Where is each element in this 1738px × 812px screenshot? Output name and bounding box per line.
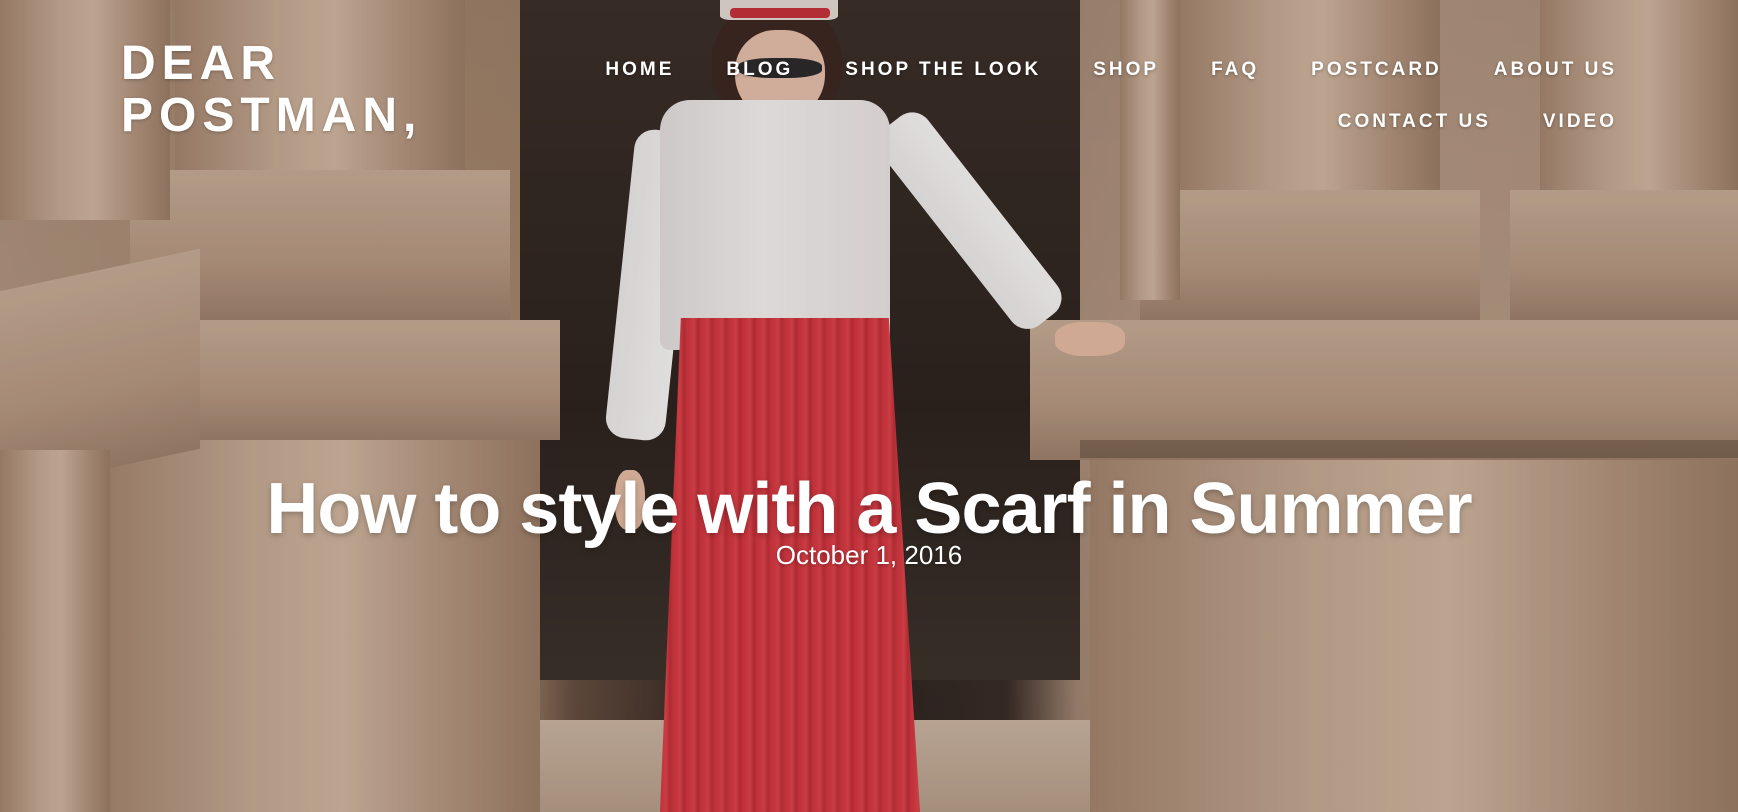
post-title: How to style with a Scarf in Summer bbox=[266, 469, 1472, 550]
nav-item-postcard[interactable]: POSTCARD bbox=[1311, 58, 1442, 82]
logo-line-2: POSTMAN, bbox=[121, 89, 423, 142]
logo-line-1: DEAR bbox=[121, 37, 282, 90]
post-date: October 1, 2016 bbox=[775, 540, 963, 570]
site-logo[interactable]: DEAR POSTMAN, bbox=[121, 38, 422, 142]
nav-item-about-us[interactable]: ABOUT US bbox=[1494, 58, 1617, 82]
nav-item-contact-us[interactable]: CONTACT US bbox=[1338, 110, 1491, 134]
nav-item-video[interactable]: VIDEO bbox=[1543, 110, 1617, 134]
nav-item-shop-the-look[interactable]: SHOP THE LOOK bbox=[845, 58, 1041, 82]
nav-item-home[interactable]: HOME bbox=[605, 58, 674, 82]
nav-item-faq[interactable]: FAQ bbox=[1211, 58, 1259, 82]
nav-item-shop[interactable]: SHOP bbox=[1093, 58, 1159, 82]
main-nav: HOME BLOG SHOP THE LOOK SHOP FAQ POSTCAR… bbox=[497, 58, 1617, 134]
nav-item-blog[interactable]: BLOG bbox=[726, 58, 793, 82]
